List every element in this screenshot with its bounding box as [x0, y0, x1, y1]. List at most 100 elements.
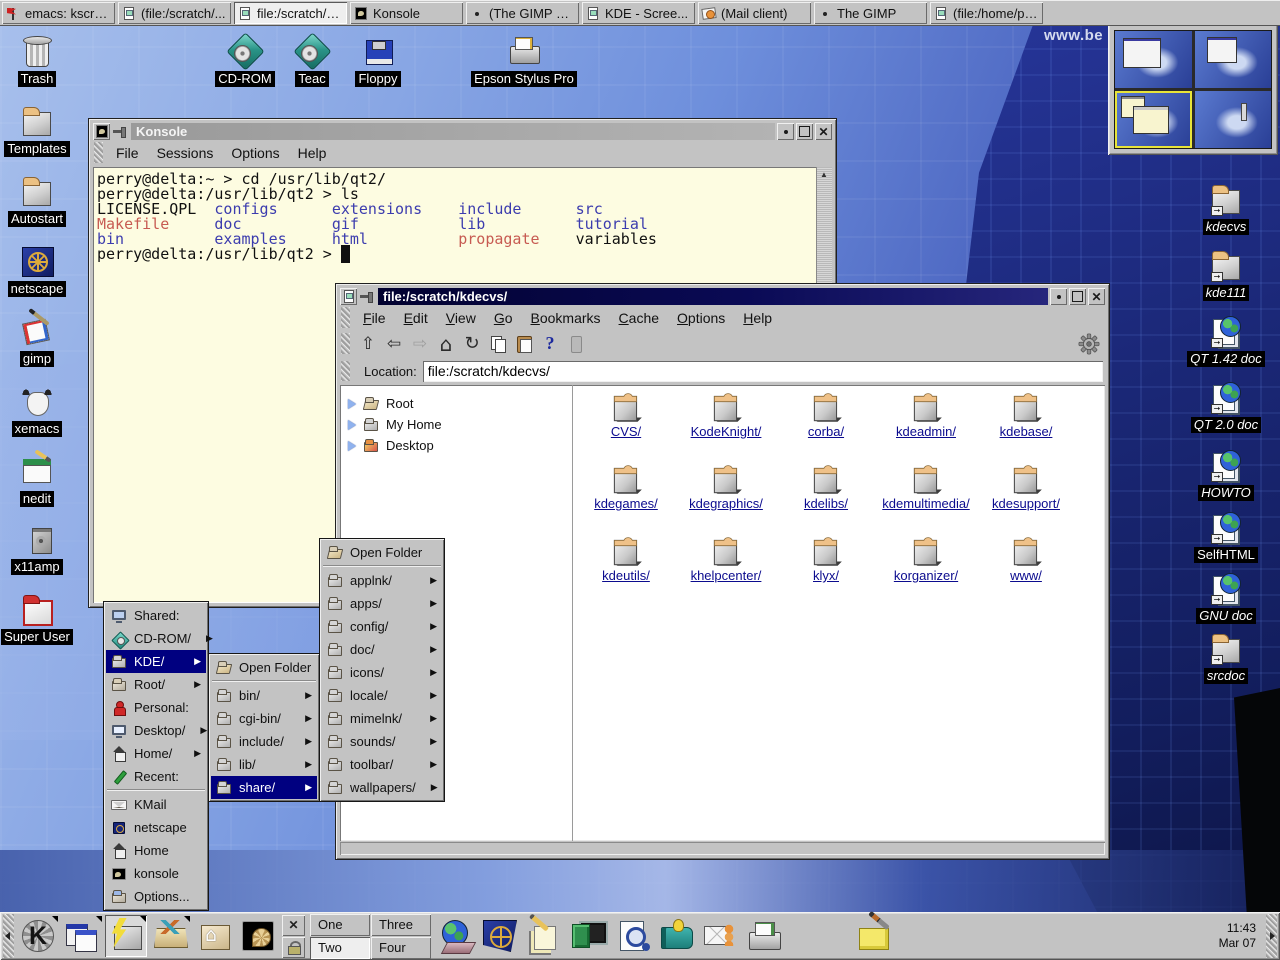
desktop-icon[interactable]: Super User [0, 591, 74, 645]
window-list-button[interactable] [61, 915, 103, 957]
file-manager-launcher[interactable] [435, 915, 477, 957]
folder-name-link[interactable]: www/ [1010, 569, 1042, 583]
folder-item[interactable]: CVS/ [577, 391, 675, 463]
kfm-menu-item[interactable]: File [354, 308, 395, 328]
menu-item[interactable]: sounds/ ▶ [322, 730, 442, 753]
help-icon[interactable]: ? [538, 332, 562, 356]
folder-item[interactable]: kdelibs/ [777, 463, 875, 535]
folder-name-link[interactable]: khelpcenter/ [691, 569, 762, 583]
folder-name-link[interactable]: korganizer/ [894, 569, 958, 583]
sticky-pin-button[interactable] [112, 123, 129, 140]
konsole-launcher[interactable] [237, 915, 279, 957]
reload-icon[interactable]: ↻ [460, 332, 484, 356]
folder-item[interactable]: KodeKnight/ [677, 391, 775, 463]
menu-item[interactable]: icons/ ▶ [322, 661, 442, 684]
desktop-icon[interactable]: xemacs [4, 383, 70, 437]
konsole-window-icon[interactable] [93, 123, 110, 140]
folder-name-link[interactable]: kdesupport/ [992, 497, 1060, 511]
close-button[interactable]: ✕ [1088, 288, 1105, 305]
desktop-icon[interactable]: ➞ srcdoc [1190, 630, 1262, 684]
tree-item[interactable]: Root [348, 393, 572, 414]
pager-desktop-4[interactable] [1195, 91, 1272, 148]
menu-item[interactable]: Open Folder [211, 656, 317, 679]
netscape-launcher[interactable] [479, 915, 521, 957]
back-icon[interactable]: ⇦ [382, 332, 406, 356]
konsole-menu-item[interactable]: Help [289, 143, 336, 163]
pager-desktop-1[interactable] [1115, 31, 1192, 88]
up-icon[interactable]: ⇧ [356, 332, 380, 356]
desktop-icon[interactable]: ➞ kde111 [1190, 247, 1262, 301]
tree-item[interactable]: My Home [348, 414, 572, 435]
desktop-icon[interactable]: Teac [284, 33, 340, 87]
minimize-button[interactable] [1050, 288, 1067, 305]
folder-item[interactable]: kdemultimedia/ [877, 463, 975, 535]
kfm-menu-item[interactable]: Help [734, 308, 781, 328]
locationbar-drag-handle[interactable] [341, 361, 350, 381]
expander-triangle-icon[interactable] [348, 399, 356, 409]
maximize-button[interactable] [796, 123, 813, 140]
expander-triangle-icon[interactable] [348, 420, 356, 430]
find-files-launcher[interactable] [611, 915, 653, 957]
folder-item[interactable]: klyx/ [777, 535, 875, 607]
help-launcher[interactable] [655, 915, 697, 957]
taskbar-window-button[interactable]: (The GIMP <2>) [466, 2, 579, 24]
desktop-icon[interactable]: ➞ SelfHTML [1188, 509, 1264, 563]
folder-item[interactable]: kdegraphics/ [677, 463, 775, 535]
desktop-icon[interactable]: CD-ROM [214, 33, 276, 87]
location-input[interactable] [423, 361, 1103, 382]
desktop-icon[interactable]: Floppy [346, 33, 410, 87]
toolbar-drag-handle[interactable] [341, 333, 350, 354]
folder-item[interactable]: www/ [977, 535, 1075, 607]
home-folder-launcher[interactable] [193, 915, 235, 957]
folder-item[interactable]: kdeutils/ [577, 535, 675, 607]
menu-item[interactable]: doc/ ▶ [322, 638, 442, 661]
paste-icon[interactable] [512, 332, 536, 356]
kde-gear-icon[interactable] [1078, 333, 1100, 355]
logout-button[interactable]: ✕ [282, 915, 305, 936]
taskbar-window-button[interactable]: The GIMP [814, 2, 927, 24]
kfm-menu-item[interactable]: Bookmarks [522, 308, 610, 328]
menu-item[interactable]: bin/ ▶ [211, 684, 317, 707]
folder-name-link[interactable]: CVS/ [611, 425, 641, 439]
folder-item[interactable]: kdesupport/ [977, 463, 1075, 535]
folder-item[interactable]: corba/ [777, 391, 875, 463]
kmail-launcher[interactable] [699, 915, 741, 957]
kfm-menu-item[interactable]: Go [485, 308, 522, 328]
desktop-switch-button[interactable]: Four [371, 937, 431, 959]
menu-item[interactable]: applnk/ ▶ [322, 569, 442, 592]
konsole-menu-item[interactable]: File [107, 143, 148, 163]
desktop-icon[interactable]: ➞ GNU doc [1188, 570, 1264, 624]
sticky-pin-button[interactable] [359, 288, 376, 305]
panel-clock[interactable]: 11:43 Mar 07 [1219, 921, 1264, 951]
toolbox-launcher[interactable] [149, 915, 191, 957]
desktop-icon[interactable]: ➞ QT 2.0 doc [1186, 379, 1266, 433]
folder-item[interactable]: korganizer/ [877, 535, 975, 607]
desktop-icon[interactable]: ➞ QT 1.42 doc [1186, 313, 1266, 367]
menu-item[interactable]: konsole [106, 862, 206, 885]
taskbar-window-button[interactable]: (file:/scratch/... [118, 2, 231, 24]
desktop-icon[interactable]: ➞ HOWTO [1190, 447, 1262, 501]
folder-item[interactable]: khelpcenter/ [677, 535, 775, 607]
system-monitor-launcher[interactable] [567, 915, 609, 957]
menubar-drag-handle[interactable] [94, 142, 103, 163]
menu-item[interactable]: Options... [106, 885, 206, 908]
menu-item[interactable]: toolbar/ ▶ [322, 753, 442, 776]
menu-item[interactable]: wallpapers/ ▶ [322, 776, 442, 799]
menu-item[interactable]: netscape [106, 816, 206, 839]
scroll-up-icon[interactable]: ▲ [816, 167, 832, 182]
menu-item[interactable]: include/ ▶ [211, 730, 317, 753]
menu-item[interactable]: KDE/ ▶ [106, 650, 206, 673]
taskbar-window-button[interactable]: file:/scratch/k... [234, 2, 347, 24]
kfm-window-icon[interactable] [340, 288, 357, 305]
menu-item[interactable]: CD-ROM/ ▶ [106, 627, 206, 650]
konsole-titlebar[interactable]: Konsole ✕ [92, 122, 833, 141]
desktop-icon[interactable]: x11amp [5, 521, 69, 575]
menu-item[interactable]: apps/ ▶ [322, 592, 442, 615]
kde-menu-button[interactable] [17, 915, 59, 957]
folder-item[interactable]: kdebase/ [977, 391, 1075, 463]
printer-launcher[interactable] [743, 915, 785, 957]
minimize-button[interactable] [777, 123, 794, 140]
folder-name-link[interactable]: kdelibs/ [804, 497, 848, 511]
kfm-titlebar[interactable]: file:/scratch/kdecvs/ ✕ [339, 287, 1106, 306]
menu-item[interactable]: Desktop/ ▶ [106, 719, 206, 742]
